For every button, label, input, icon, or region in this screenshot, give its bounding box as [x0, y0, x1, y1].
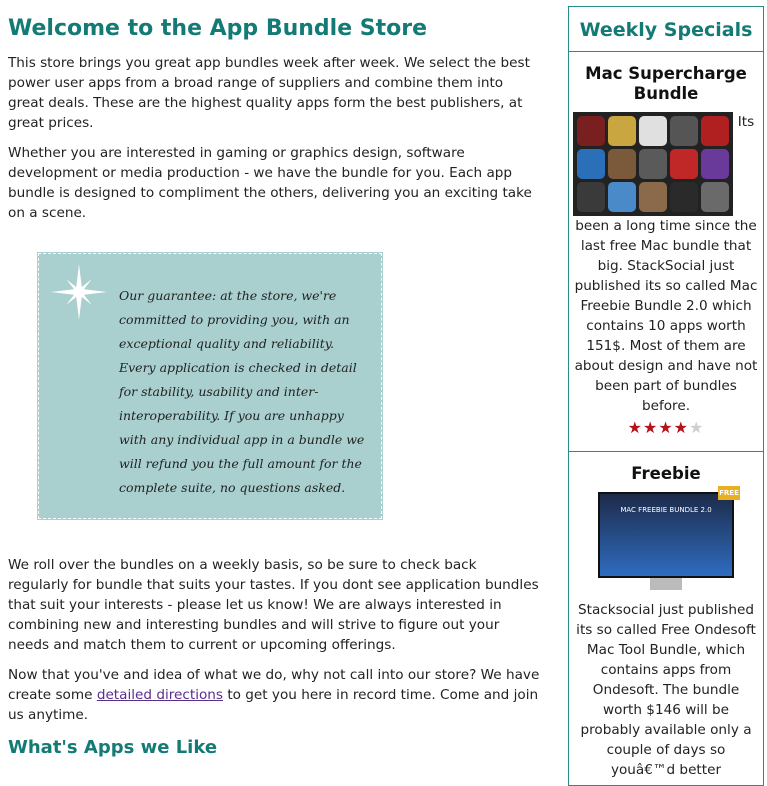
guarantee-text: Our guarantee: at the store, we're commi…: [119, 288, 365, 495]
sidebar-title: Weekly Specials: [569, 7, 763, 52]
main-content: Welcome to the App Bundle Store This sto…: [8, 0, 540, 759]
rating-star-icon: ★: [658, 418, 674, 437]
app-icon: [701, 149, 729, 179]
app-icon: [639, 116, 667, 146]
rating-star-icon: ★: [627, 418, 643, 437]
app-icon: [701, 116, 729, 146]
app-icon: [608, 149, 636, 179]
bundle-image-screen: MAC FREEBIE BUNDLE 2.0: [598, 492, 734, 578]
app-icon: [608, 182, 636, 212]
rating-star-icon: ★: [689, 418, 705, 437]
star-rating: ★★★★★: [573, 418, 759, 437]
intro-paragraph-1: This store brings you great app bundles …: [8, 55, 530, 131]
app-icon: [639, 149, 667, 179]
special-description: Stacksocial just published its so called…: [576, 602, 756, 778]
app-icon: [639, 182, 667, 212]
special-item: Mac Supercharge Bundle Its been a long t…: [569, 52, 763, 437]
page-title: Welcome to the App Bundle Store: [8, 16, 428, 41]
app-icon: [670, 182, 698, 212]
special-item: Freebie MAC FREEBIE BUNDLE 2.0 FREE Stac…: [569, 452, 763, 780]
apps-we-like-heading: What's Apps we Like: [8, 737, 218, 758]
sparkle-icon: [51, 264, 107, 320]
special-title: Freebie: [631, 464, 701, 483]
special-description: Its been a long time since the last free…: [573, 112, 759, 416]
app-icon: [670, 116, 698, 146]
guarantee-box: Our guarantee: at the store, we're commi…: [37, 252, 383, 520]
app-icon: [577, 182, 605, 212]
bundle-image[interactable]: MAC FREEBIE BUNDLE 2.0 FREE: [598, 486, 740, 592]
detailed-directions-link[interactable]: detailed directions: [97, 687, 223, 703]
intro-paragraph-2: Whether you are interested in gaming or …: [8, 145, 532, 221]
app-icon: [577, 116, 605, 146]
special-title: Mac Supercharge Bundle: [585, 64, 747, 103]
weekly-specials-sidebar: Weekly Specials Mac Supercharge Bundle I…: [568, 6, 764, 786]
free-badge: FREE: [718, 486, 740, 500]
app-icon: [670, 149, 698, 179]
rating-star-icon: ★: [673, 418, 690, 437]
bundles-paragraph: We roll over the bundles on a weekly bas…: [8, 557, 539, 653]
app-icon: [701, 182, 729, 212]
app-icon: [577, 149, 605, 179]
monitor-stand: [650, 578, 682, 590]
app-icon: [608, 116, 636, 146]
rating-star-icon: ★: [642, 418, 659, 437]
bundle-icons-image[interactable]: [573, 112, 733, 216]
directions-paragraph: Now that you've and idea of what we do, …: [8, 665, 540, 725]
